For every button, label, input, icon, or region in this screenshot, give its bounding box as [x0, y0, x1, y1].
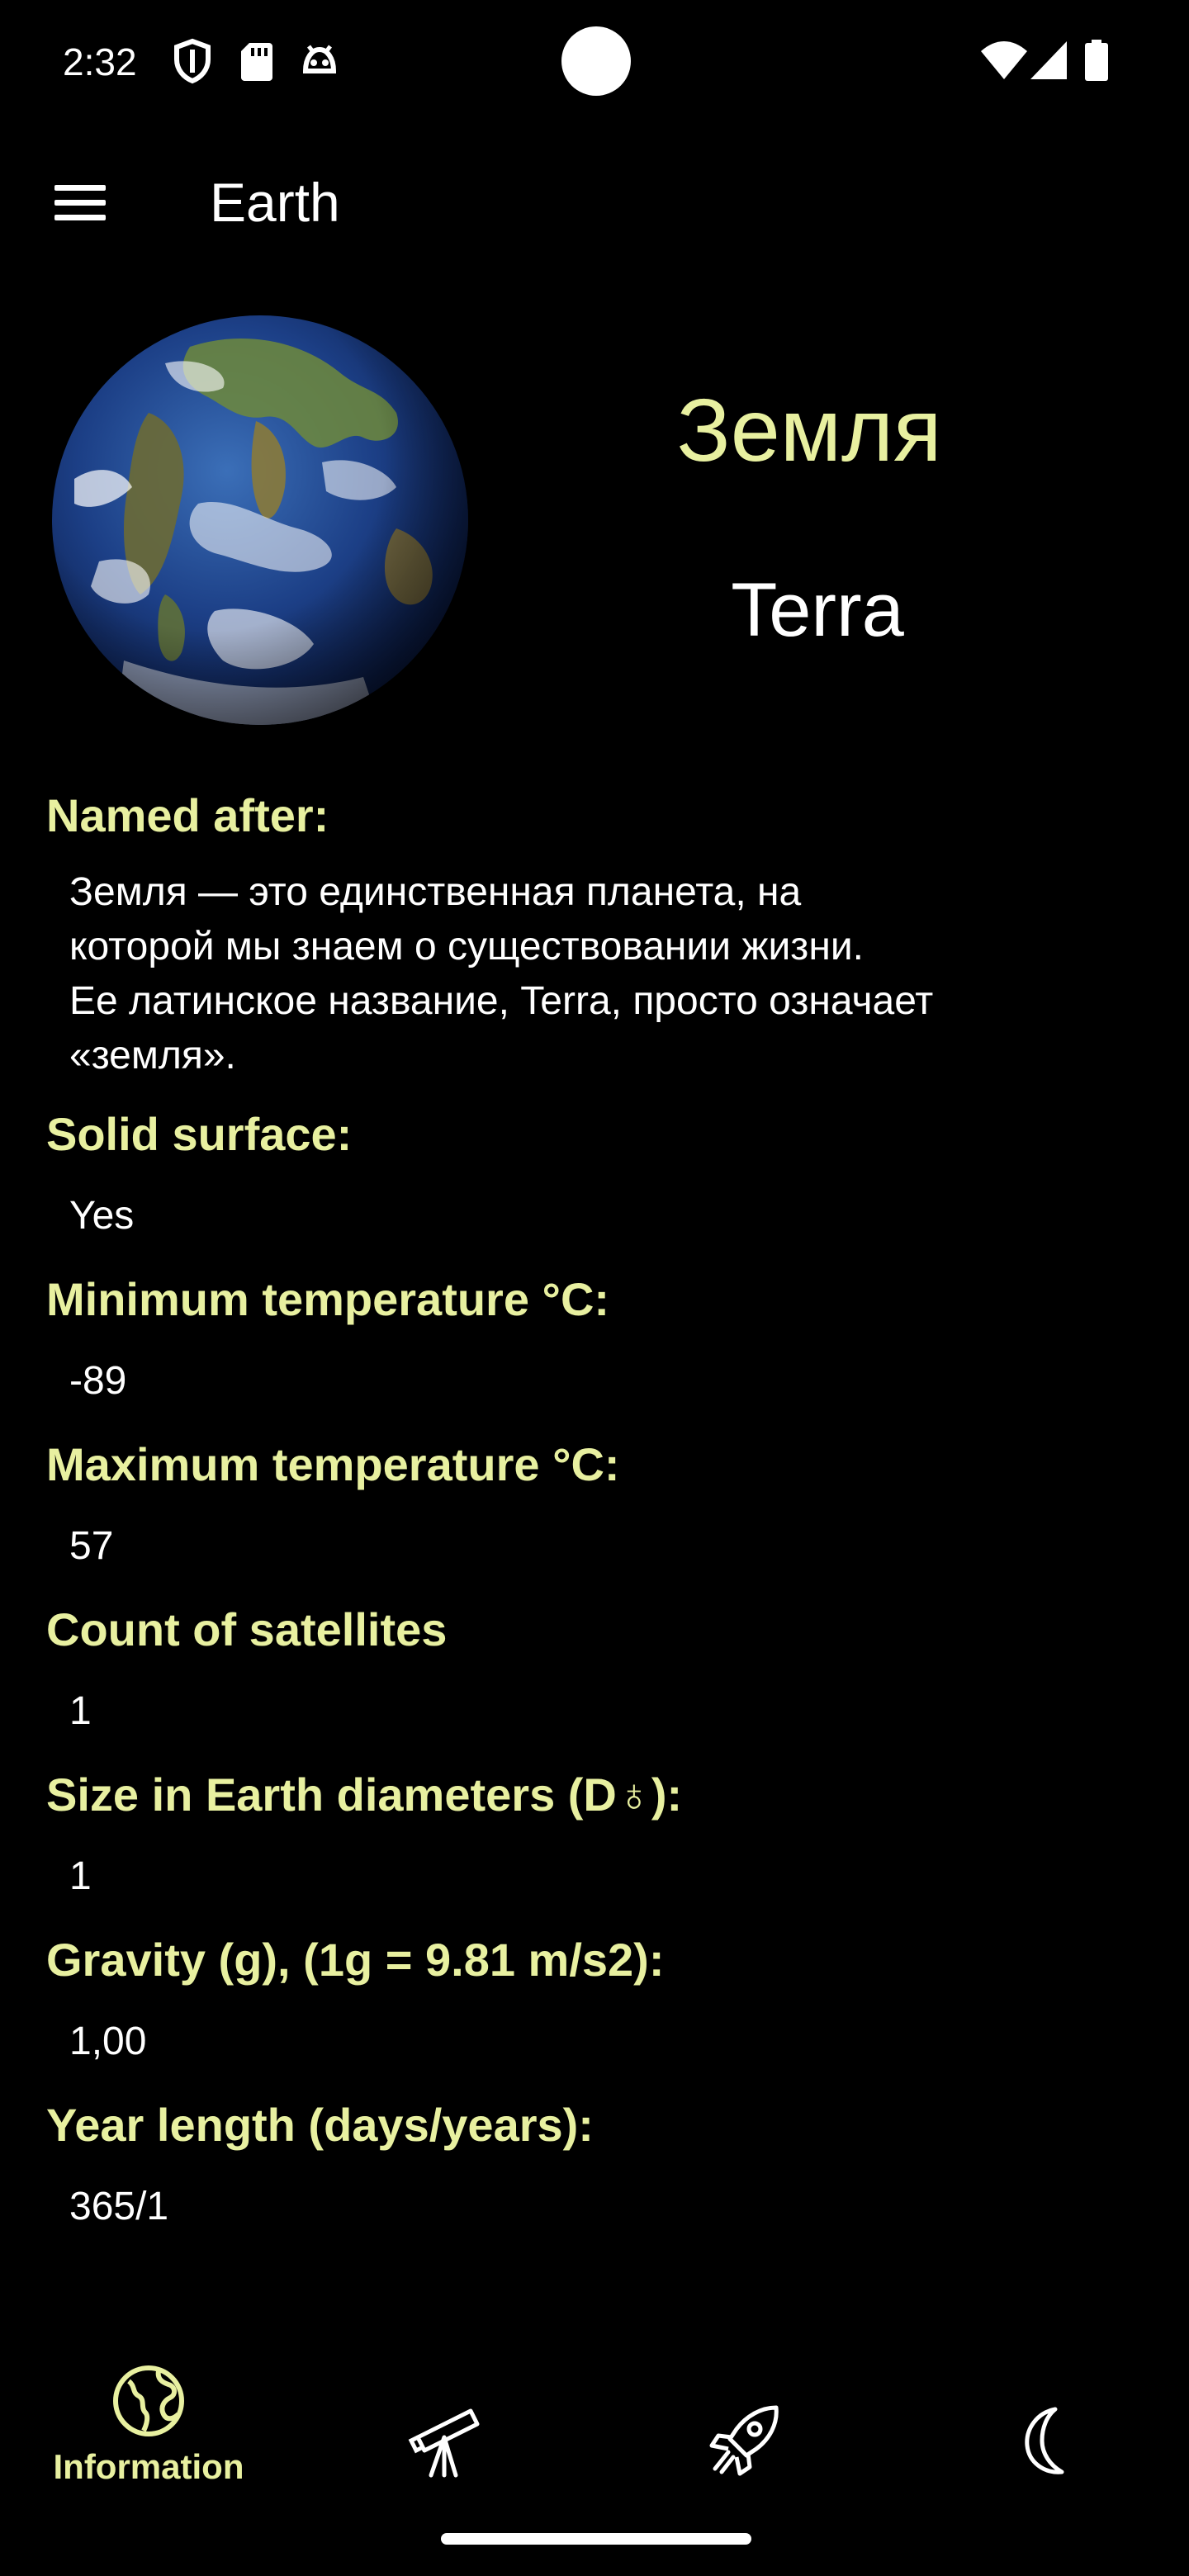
info-value: 1 — [69, 1854, 92, 1898]
info-value: 1 — [69, 1689, 92, 1733]
nav-item-missions[interactable] — [621, 2363, 869, 2495]
telescope-icon — [408, 2408, 480, 2478]
info-value: 365/1 — [69, 2185, 169, 2228]
app-bar: Earth — [0, 140, 1189, 264]
info-item-solid-surface: Solid surface: Yes — [46, 1101, 1144, 1243]
info-item-satellites: Count of satellites 1 — [46, 1597, 1144, 1739]
info-label: Year length (days/years): — [46, 2099, 594, 2151]
hamburger-menu-line — [54, 215, 106, 220]
info-item-min-temperature: Minimum temperature °C: -89 — [46, 1267, 1144, 1409]
camera-cutout — [561, 26, 631, 96]
hamburger-menu-icon — [54, 185, 106, 191]
cell-signal-icon — [1030, 41, 1067, 79]
planet-name-russian: Земля — [676, 380, 942, 480]
info-item-named-after: Named after: Земля — это единственная пл… — [46, 783, 1144, 1083]
hamburger-menu-line — [54, 200, 106, 206]
info-label: Size in Earth diameters (D♁): — [46, 1769, 683, 1821]
wifi-icon — [981, 41, 1027, 79]
info-item-gravity: Gravity (g), (1g = 9.81 m/s2): 1,00 — [46, 1927, 1144, 2069]
info-label: Maximum temperature °C: — [46, 1438, 620, 1490]
bottom-navigation: Information — [0, 2353, 1189, 2518]
info-item-max-temperature: Maximum temperature °C: 57 — [46, 1432, 1144, 1574]
nav-item-information[interactable]: Information — [25, 2363, 272, 2495]
page-title: Earth — [210, 172, 340, 233]
planet-info-list: Named after: Земля — это единственная пл… — [46, 783, 1144, 2257]
planet-name-latin: Terra — [731, 568, 904, 652]
info-value: 1,00 — [69, 2020, 147, 2063]
info-value: Земля — это единственная планета, на кот… — [69, 870, 934, 1077]
moon-icon — [1025, 2407, 1064, 2474]
shield-icon — [174, 38, 211, 84]
info-label: Named after: — [46, 789, 329, 841]
info-label: Count of satellites — [46, 1603, 448, 1655]
nav-item-observation[interactable] — [324, 2363, 571, 2495]
android-debug-icon — [302, 45, 337, 73]
info-value: -89 — [69, 1359, 127, 1403]
status-bar: 2:32 — [0, 0, 1189, 124]
home-indicator[interactable] — [441, 2533, 751, 2545]
status-time: 2:32 — [63, 40, 137, 83]
info-value: Yes — [69, 1194, 135, 1238]
nav-label-information: Information — [53, 2447, 244, 2486]
battery-icon — [1085, 40, 1108, 81]
menu-button[interactable] — [48, 173, 114, 233]
info-label: Gravity (g), (1g = 9.81 m/s2): — [46, 1934, 665, 1986]
rocket-icon — [709, 2405, 779, 2476]
info-label: Minimum temperature °C: — [46, 1273, 610, 1325]
nav-item-moons[interactable] — [921, 2363, 1169, 2495]
planet-earth-image — [52, 315, 468, 725]
sd-card-icon — [241, 43, 272, 81]
info-label: Solid surface: — [46, 1108, 353, 1160]
info-item-year-length: Year length (days/years): 365/1 — [46, 2092, 1144, 2234]
info-item-size: Size in Earth diameters (D♁): 1 — [46, 1762, 1144, 1904]
globe-icon — [113, 2365, 184, 2436]
info-value: 57 — [69, 1524, 114, 1568]
